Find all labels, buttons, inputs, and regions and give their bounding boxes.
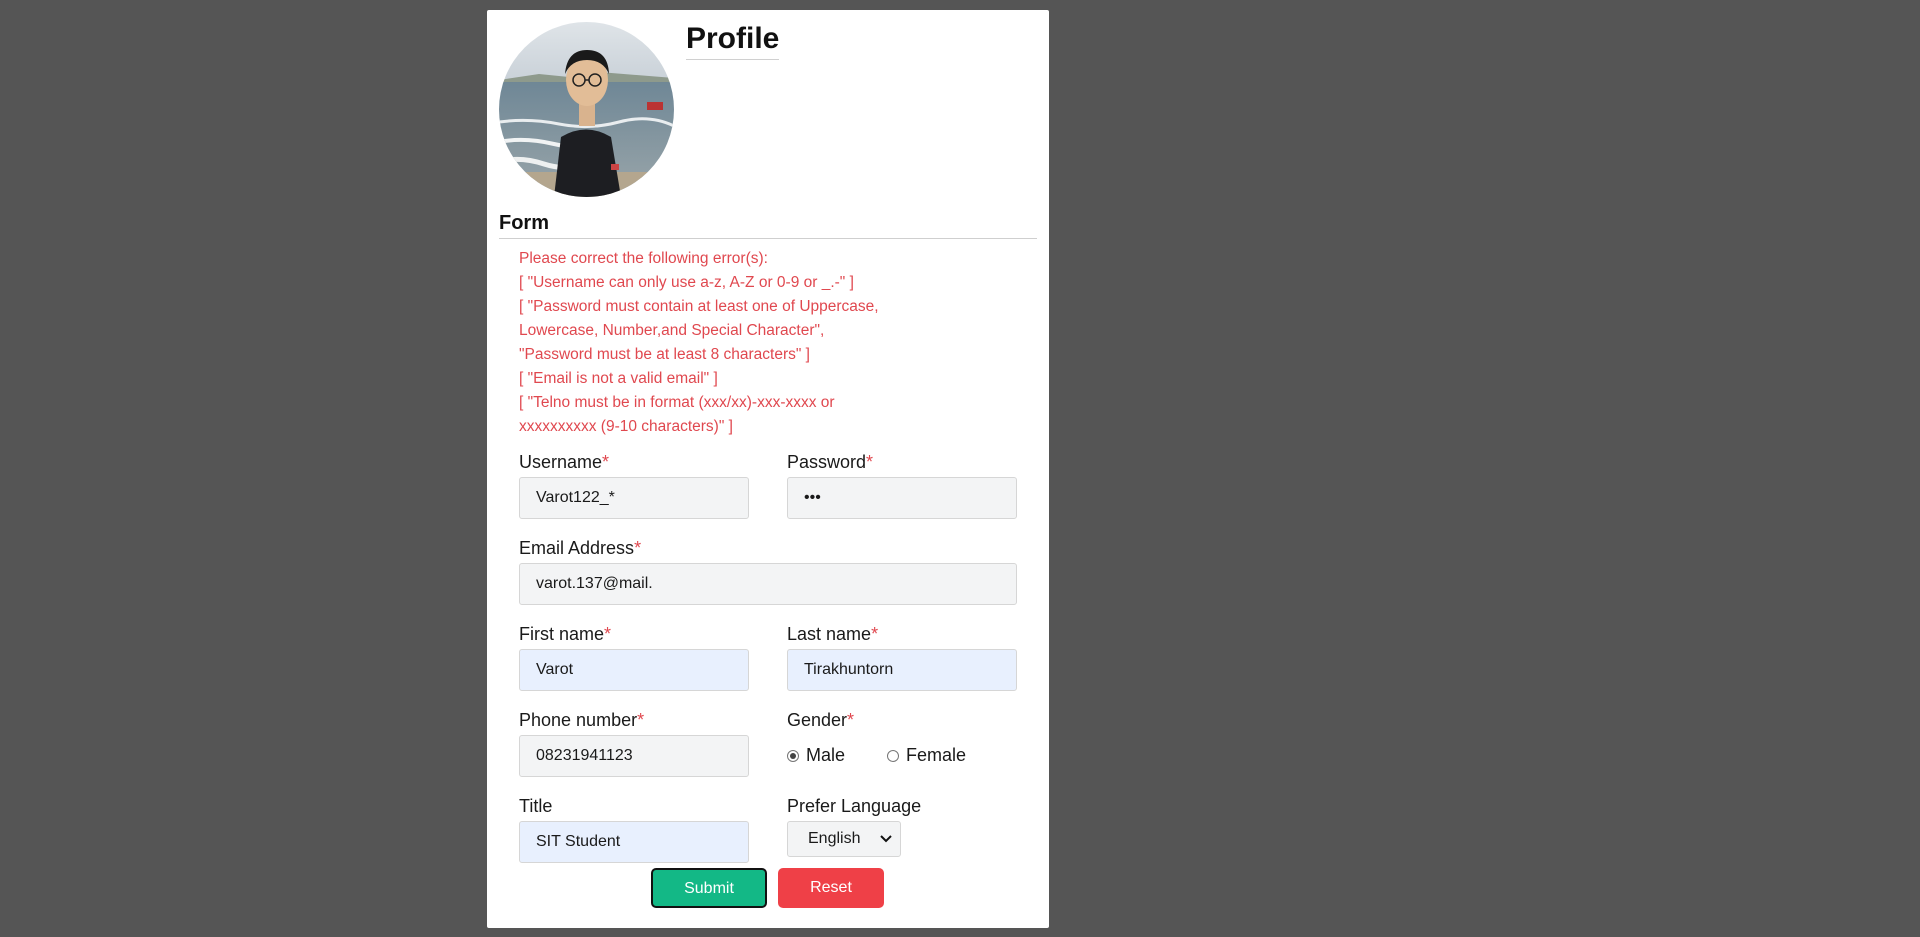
submit-button[interactable]: Submit: [651, 868, 767, 908]
error-line: [ "Password must contain at least one of…: [519, 298, 879, 315]
required-mark: *: [637, 710, 645, 730]
gender-option-male[interactable]: Male: [787, 744, 845, 766]
required-mark: *: [871, 624, 879, 644]
phone-input[interactable]: 08231941123: [519, 735, 749, 777]
password-label: Password*: [787, 452, 874, 472]
last-name-label: Last name*: [787, 624, 879, 644]
error-heading: Please correct the following error(s):: [519, 250, 768, 267]
error-line: [ "Email is not a valid email" ]: [519, 370, 718, 387]
phone-label: Phone number*: [519, 710, 645, 730]
profile-card: Profile Form Please correct the followin…: [487, 10, 1049, 928]
required-mark: *: [602, 452, 610, 472]
first-name-input[interactable]: Varot: [519, 649, 749, 691]
language-label: Prefer Language: [787, 796, 922, 816]
required-mark: *: [604, 624, 612, 644]
first-name-label: First name*: [519, 624, 612, 644]
required-mark: *: [634, 538, 642, 558]
username-label: Username*: [519, 452, 610, 472]
error-summary: Please correct the following error(s): […: [519, 247, 919, 439]
radio-checked-icon[interactable]: [787, 750, 799, 762]
language-select[interactable]: English: [787, 821, 901, 857]
error-line: "Password must be at least 8 characters"…: [519, 346, 810, 363]
error-line: [ "Username can only use a-z, A-Z or 0-9…: [519, 274, 854, 291]
username-input[interactable]: Varot122_*: [519, 477, 749, 519]
chevron-down-icon: [880, 835, 892, 843]
form-heading: Form: [499, 210, 1037, 239]
required-mark: *: [866, 452, 874, 472]
error-line: Lowercase, Number,and Special Character"…: [519, 322, 825, 339]
last-name-input[interactable]: Tirakhuntorn: [787, 649, 1017, 691]
avatar: [499, 22, 674, 197]
page-title: Profile: [686, 20, 780, 60]
reset-button[interactable]: Reset: [778, 868, 884, 908]
gender-option-female[interactable]: Female: [887, 744, 966, 766]
radio-unchecked-icon[interactable]: [887, 750, 899, 762]
email-input[interactable]: varot.137@mail.: [519, 563, 1017, 605]
error-line: xxxxxxxxxx (9-10 characters)" ]: [519, 418, 733, 435]
title-input[interactable]: SIT Student: [519, 821, 749, 863]
error-line: [ "Telno must be in format (xxx/xx)-xxx-…: [519, 394, 835, 411]
password-input[interactable]: •••: [787, 477, 1017, 519]
avatar-photo: [499, 22, 674, 197]
required-mark: *: [847, 710, 855, 730]
email-label: Email Address*: [519, 538, 642, 558]
title-label: Title: [519, 796, 553, 816]
gender-label: Gender*: [787, 710, 855, 730]
